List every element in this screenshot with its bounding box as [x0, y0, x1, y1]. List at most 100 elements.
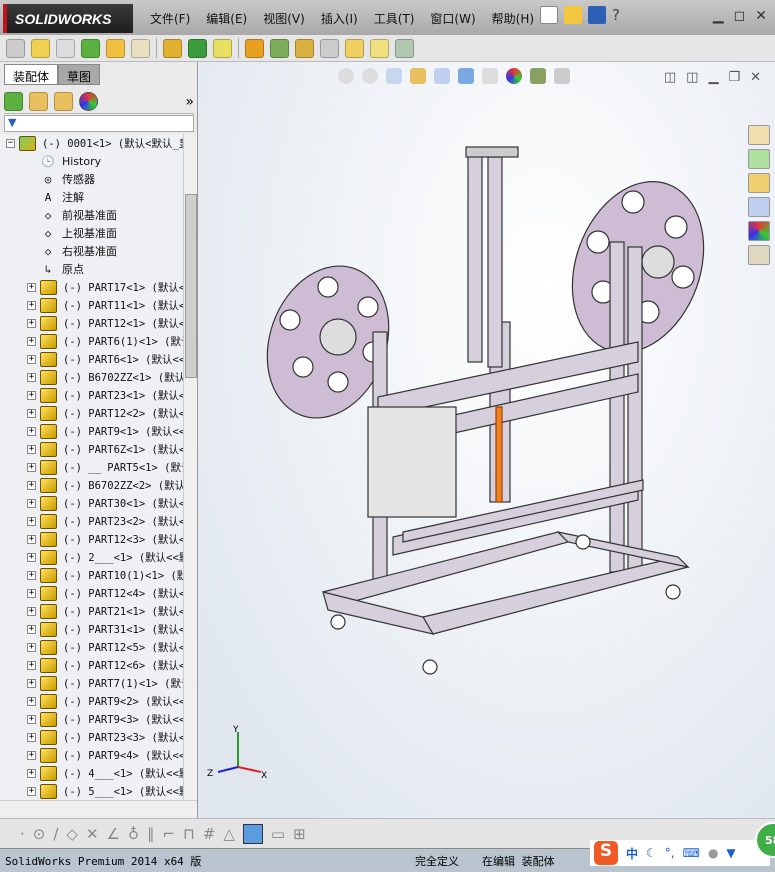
- tree-feature[interactable]: 🕒 History: [40, 152, 101, 170]
- ime-language[interactable]: 中: [626, 845, 638, 862]
- tree-component[interactable]: + (-) PART12<6> (默认<<默认>_显示状态 1>): [27, 656, 183, 674]
- instant3d-icon[interactable]: [395, 38, 414, 58]
- assembly-model[interactable]: [198, 62, 775, 818]
- four-view-icon[interactable]: ⊞: [293, 825, 306, 843]
- tree-component[interactable]: + (-) PART23<2> (默认<<默认>_显示状态 1>): [27, 512, 183, 530]
- tree-component[interactable]: + (-) PART31<1> (默认<<默认>_显示状态 1>): [27, 620, 183, 638]
- expand-icon[interactable]: +: [27, 516, 36, 526]
- tree-component[interactable]: + (-) PART12<5> (默认<<默认>_显示状态 1>): [27, 638, 183, 656]
- expand-icon[interactable]: +: [27, 588, 36, 598]
- angle-icon[interactable]: ∠: [107, 825, 120, 843]
- tree-vertical-scrollbar[interactable]: [183, 134, 197, 800]
- reference-geometry-icon[interactable]: [213, 38, 232, 58]
- tree-feature[interactable]: ◎ 传感器: [40, 170, 95, 188]
- linear-pattern-icon[interactable]: [81, 38, 100, 58]
- tab-assembly[interactable]: 装配体: [4, 64, 59, 85]
- feature-manager-icon[interactable]: [4, 92, 23, 111]
- expand-icon[interactable]: +: [27, 552, 36, 562]
- tree-component[interactable]: + (-) PART6(1)<1> (默认<<默认>_显示状态 1>): [27, 332, 183, 350]
- interference-detection-icon[interactable]: [345, 38, 364, 58]
- move-component-icon[interactable]: [131, 38, 150, 58]
- perpendicular-icon[interactable]: ⌐: [163, 825, 176, 843]
- assembly-features-icon[interactable]: [188, 38, 207, 58]
- tree-component[interactable]: + (-) PART9<1> (默认<<默认>_显示状态 1>): [27, 422, 183, 440]
- open-folder-icon[interactable]: [564, 6, 582, 24]
- tree-component[interactable]: + (-) PART9<3> (默认<<默认>_显示状态 1>): [27, 710, 183, 728]
- expand-icon[interactable]: +: [27, 498, 36, 508]
- solidworks-resources-icon[interactable]: [748, 125, 770, 145]
- tree-filter[interactable]: ▼: [4, 115, 194, 132]
- tree-component[interactable]: + (-) PART6<1> (默认<<默认>_显示状态 1>): [27, 350, 183, 368]
- tree-component[interactable]: + (-) PART11<1> (默认<<默认>_显示状态 1>): [27, 296, 183, 314]
- custom-properties-icon[interactable]: [748, 245, 770, 265]
- point-icon[interactable]: ·: [20, 825, 25, 843]
- tree-component[interactable]: + (-) PART9<2> (默认<<默认>_显示状态 1>): [27, 692, 183, 710]
- exploded-view-icon[interactable]: [295, 38, 314, 58]
- sogou-logo[interactable]: S: [594, 841, 618, 865]
- expand-icon[interactable]: +: [27, 750, 36, 760]
- expand-icon[interactable]: +: [27, 678, 36, 688]
- expand-icon[interactable]: +: [27, 300, 36, 310]
- shaded-view-icon[interactable]: [242, 823, 263, 844]
- single-view-icon[interactable]: ▭: [271, 825, 285, 843]
- expand-icon[interactable]: +: [27, 426, 36, 436]
- tree-component[interactable]: + (-) PART23<1> (默认<<默认>_显示状态 1>): [27, 386, 183, 404]
- dimension-icon[interactable]: ⊓: [183, 825, 195, 843]
- tree-component[interactable]: + (-) B6702ZZ<2> (默认<<默认>_显示状态 1>): [27, 476, 183, 494]
- new-part-icon[interactable]: [31, 38, 50, 58]
- expand-icon[interactable]: +: [27, 732, 36, 742]
- punctuation-icon[interactable]: °,: [665, 846, 675, 860]
- trim-icon[interactable]: ✕: [86, 825, 99, 843]
- design-library-icon[interactable]: [748, 149, 770, 169]
- explode-line-icon[interactable]: [320, 38, 339, 58]
- user-icon[interactable]: ●: [708, 846, 718, 860]
- tree-horizontal-scrollbar[interactable]: [0, 800, 197, 816]
- menu-edit[interactable]: 编辑(E): [206, 10, 247, 27]
- expand-icon[interactable]: +: [27, 318, 36, 328]
- tab-sketch[interactable]: 草图: [58, 64, 101, 85]
- menu-help[interactable]: 帮助(H): [492, 10, 534, 27]
- new-document-icon[interactable]: [540, 6, 558, 24]
- smart-fasteners-icon[interactable]: [106, 38, 125, 58]
- tree-component[interactable]: + (-) PART6Z<1> (默认<<默认>_显示状态 1>): [27, 440, 183, 458]
- expand-icon[interactable]: +: [27, 372, 36, 382]
- tree-component[interactable]: + (-) PART12<1> (默认<<默认>_显示状态 1>): [27, 314, 183, 332]
- tree-component[interactable]: + (-) PART12<3> (默认<<默认>_显示状态 1>): [27, 530, 183, 548]
- tree-component[interactable]: + (-) PART23<3> (默认<<默认>_显示状态 1>): [27, 728, 183, 746]
- graphics-area[interactable]: ◫ ◫ ▁ ❐ ✕ Y X Z: [198, 62, 775, 818]
- menu-tools[interactable]: 工具(T): [374, 10, 415, 27]
- file-explorer-icon[interactable]: [748, 173, 770, 193]
- tree-component[interactable]: + (-) B6702ZZ<1> (默认<<默认>_显示状态 1>): [27, 368, 183, 386]
- property-manager-icon[interactable]: [29, 92, 48, 111]
- tree-feature[interactable]: A 注解: [40, 188, 84, 206]
- collapse-icon[interactable]: −: [6, 138, 15, 148]
- grid-icon[interactable]: #: [203, 825, 216, 843]
- tree-component[interactable]: + (-) __ PART5<1> (默认<<默认>_显示状态 1>): [27, 458, 183, 476]
- tree-feature[interactable]: ◇ 上视基准面: [40, 224, 117, 242]
- line-icon[interactable]: /: [53, 825, 58, 843]
- show-hidden-icon[interactable]: [163, 38, 182, 58]
- polygon-icon[interactable]: ◇: [66, 825, 78, 843]
- expand-icon[interactable]: +: [27, 714, 36, 724]
- view-palette-icon[interactable]: [748, 197, 770, 217]
- expand-icon[interactable]: +: [27, 462, 36, 472]
- expand-icon[interactable]: +: [27, 624, 36, 634]
- appearances-icon[interactable]: [748, 221, 770, 241]
- minimize-icon[interactable]: ▁: [713, 8, 724, 24]
- expand-panel-button[interactable]: »: [185, 94, 194, 110]
- tree-component[interactable]: + (-) PART17<1> (默认<<默认>_显示状态 1>): [27, 278, 183, 296]
- tree-root[interactable]: − (-) 0001<1> (默认<默认_显示状态-1>): [6, 134, 183, 152]
- expand-icon[interactable]: +: [27, 768, 36, 778]
- clearance-verification-icon[interactable]: [370, 38, 389, 58]
- expand-icon[interactable]: +: [27, 606, 36, 616]
- bill-of-materials-icon[interactable]: [270, 38, 289, 58]
- tree-component[interactable]: + (-) PART21<1> (默认<<默认>_显示状态 1>): [27, 602, 183, 620]
- tangent-icon[interactable]: ♁: [128, 825, 139, 843]
- skin-icon[interactable]: ▼: [726, 846, 735, 860]
- expand-icon[interactable]: +: [27, 696, 36, 706]
- tree-feature[interactable]: ◇ 前视基准面: [40, 206, 117, 224]
- tree-component[interactable]: + (-) PART12<4> (默认<<默认>_显示状态 1>): [27, 584, 183, 602]
- menu-view[interactable]: 视图(V): [263, 10, 305, 27]
- keyboard-icon[interactable]: ⌨: [683, 846, 700, 860]
- expand-icon[interactable]: +: [27, 660, 36, 670]
